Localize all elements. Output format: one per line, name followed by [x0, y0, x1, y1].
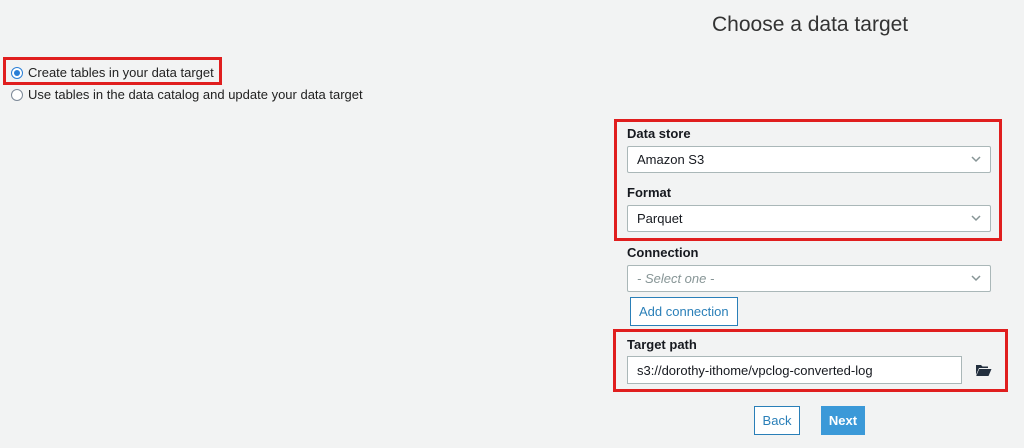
radio-label-create-tables: Create tables in your data target	[28, 65, 214, 80]
radio-label-use-catalog: Use tables in the data catalog and updat…	[28, 87, 363, 102]
radio-option-use-catalog[interactable]: Use tables in the data catalog and updat…	[11, 87, 363, 102]
data-store-value: Amazon S3	[637, 152, 705, 167]
format-select[interactable]: Parquet	[627, 205, 991, 232]
back-button[interactable]: Back	[754, 406, 800, 435]
add-connection-button[interactable]: Add connection	[630, 297, 738, 326]
radio-unselected-icon[interactable]	[11, 88, 23, 101]
connection-select[interactable]: - Select one -	[627, 265, 991, 292]
radio-selected-icon[interactable]	[11, 66, 23, 79]
page-title: Choose a data target	[712, 13, 909, 36]
radio-option-create-tables[interactable]: Create tables in your data target	[11, 65, 214, 80]
connection-label: Connection	[627, 245, 699, 260]
format-label: Format	[627, 185, 672, 200]
connection-placeholder: - Select one -	[637, 271, 715, 286]
chevron-down-icon	[971, 215, 981, 222]
chevron-down-icon	[971, 156, 981, 163]
target-path-label: Target path	[627, 337, 697, 352]
next-button[interactable]: Next	[821, 406, 865, 435]
data-store-label: Data store	[627, 126, 691, 141]
target-path-input[interactable]	[627, 356, 962, 384]
chevron-down-icon	[971, 275, 981, 282]
folder-open-icon[interactable]	[975, 363, 992, 377]
data-store-select[interactable]: Amazon S3	[627, 146, 991, 173]
format-value: Parquet	[637, 211, 683, 226]
